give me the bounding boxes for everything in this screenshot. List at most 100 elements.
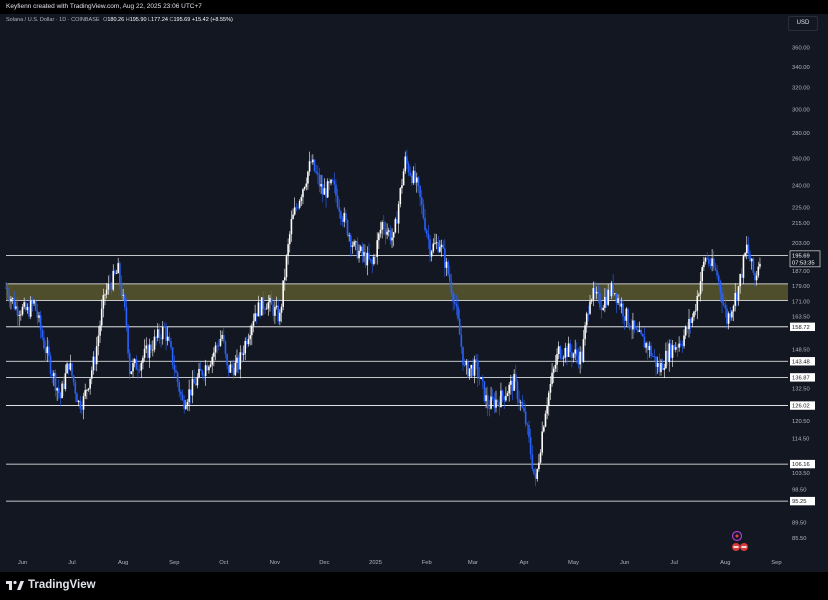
candle-body bbox=[722, 303, 725, 305]
candle-body bbox=[554, 364, 557, 369]
candle-body bbox=[170, 341, 172, 348]
candle-body bbox=[544, 413, 547, 427]
candle-body bbox=[241, 352, 243, 355]
candle-body bbox=[488, 408, 491, 409]
candle-body bbox=[315, 171, 317, 173]
candle-body bbox=[79, 400, 82, 409]
candle-body bbox=[99, 325, 101, 336]
candle-body bbox=[5, 287, 7, 289]
candle-body bbox=[221, 334, 223, 339]
candle-body bbox=[470, 364, 473, 369]
candle-body bbox=[757, 266, 760, 276]
candle-body bbox=[524, 411, 527, 425]
y-tick-label: 260.00 bbox=[792, 156, 810, 162]
candle-body bbox=[679, 343, 682, 346]
candle-body bbox=[20, 314, 22, 316]
candle-body bbox=[208, 366, 210, 371]
candle-body bbox=[447, 261, 449, 275]
candle-body bbox=[708, 258, 710, 264]
candle-body bbox=[53, 373, 55, 377]
candle-body bbox=[477, 360, 479, 377]
candle-body bbox=[640, 330, 642, 335]
candle-body bbox=[204, 365, 207, 377]
candle-body bbox=[24, 302, 27, 311]
candle-body bbox=[755, 275, 758, 281]
candle-body bbox=[457, 306, 459, 319]
candle-body bbox=[523, 407, 525, 412]
candle-body bbox=[521, 402, 524, 408]
candle-body bbox=[749, 254, 751, 262]
candle-body bbox=[173, 365, 176, 371]
currency-button[interactable]: USD bbox=[788, 16, 818, 31]
candle-body bbox=[420, 197, 423, 205]
price-chart-svg[interactable]: 380.00360.00340.00320.00300.00280.00260.… bbox=[0, 14, 828, 572]
x-tick-label: Aug bbox=[118, 560, 128, 566]
candle-body bbox=[343, 213, 346, 222]
event-icons[interactable] bbox=[729, 528, 753, 556]
candle-body bbox=[56, 388, 58, 391]
candle-body bbox=[670, 343, 672, 358]
candle-body bbox=[501, 390, 504, 397]
candle-body bbox=[711, 258, 713, 266]
candle-body bbox=[561, 358, 563, 359]
tradingview-logo[interactable]: TradingView bbox=[6, 576, 96, 594]
candle-body bbox=[491, 396, 494, 399]
candle-body bbox=[138, 370, 141, 371]
candle-body bbox=[683, 335, 685, 346]
candle-body bbox=[528, 424, 530, 438]
chart-area[interactable]: 380.00360.00340.00320.00300.00280.00260.… bbox=[0, 14, 828, 572]
candle-body bbox=[31, 300, 34, 304]
candle-body bbox=[584, 325, 586, 340]
candle-body bbox=[247, 338, 250, 345]
candle-body bbox=[198, 368, 200, 378]
candle-body bbox=[693, 311, 695, 318]
candle-body bbox=[660, 363, 662, 373]
candle-body bbox=[419, 185, 421, 198]
candle-body bbox=[364, 252, 367, 266]
candle-body bbox=[566, 347, 568, 358]
level-label: 143.48 bbox=[792, 359, 810, 365]
candle-body bbox=[467, 361, 469, 377]
candle-body bbox=[648, 345, 651, 351]
candle-body bbox=[272, 304, 275, 316]
candle-body bbox=[185, 406, 187, 409]
symbol-legend[interactable]: Solana / U.S. Dollar · 1D · COINBASE O18… bbox=[6, 17, 233, 23]
candle-body bbox=[26, 306, 29, 311]
news-icon[interactable] bbox=[731, 530, 743, 542]
candle-body bbox=[104, 294, 106, 296]
candle-body bbox=[54, 373, 57, 391]
candle-body bbox=[244, 340, 247, 354]
candle-body bbox=[510, 380, 512, 385]
candle-body bbox=[605, 296, 608, 305]
y-tick-label: 132.50 bbox=[792, 386, 810, 392]
x-tick-label: Sep bbox=[169, 560, 179, 566]
candle-body bbox=[392, 232, 395, 238]
symbol-name[interactable]: Solana / U.S. Dollar · 1D · COINBASE bbox=[6, 17, 100, 23]
candle-body bbox=[49, 355, 52, 374]
candle-body bbox=[406, 156, 408, 164]
candle-body bbox=[211, 356, 214, 365]
candle-body bbox=[330, 179, 332, 184]
earnings-icon[interactable] bbox=[732, 543, 748, 551]
candle-body bbox=[472, 364, 474, 376]
candle-body bbox=[128, 353, 131, 374]
candle-body bbox=[34, 300, 37, 311]
candle-body bbox=[189, 389, 192, 396]
candle-body bbox=[351, 245, 354, 247]
candle-body bbox=[516, 381, 519, 400]
candle-body bbox=[112, 270, 115, 290]
candle-body bbox=[383, 222, 385, 230]
candle-body bbox=[267, 302, 270, 309]
candle-body bbox=[259, 302, 261, 316]
candle-body bbox=[209, 364, 212, 367]
candle-body bbox=[681, 345, 684, 347]
candle-body bbox=[350, 235, 352, 247]
candle-body bbox=[717, 275, 720, 282]
candle-body bbox=[617, 298, 619, 303]
candle-body bbox=[643, 336, 646, 348]
candle-body bbox=[518, 399, 520, 403]
candle-body bbox=[594, 288, 596, 294]
candle-body bbox=[277, 305, 280, 322]
candle-body bbox=[41, 329, 44, 338]
high-value: 195.90 bbox=[129, 17, 147, 23]
